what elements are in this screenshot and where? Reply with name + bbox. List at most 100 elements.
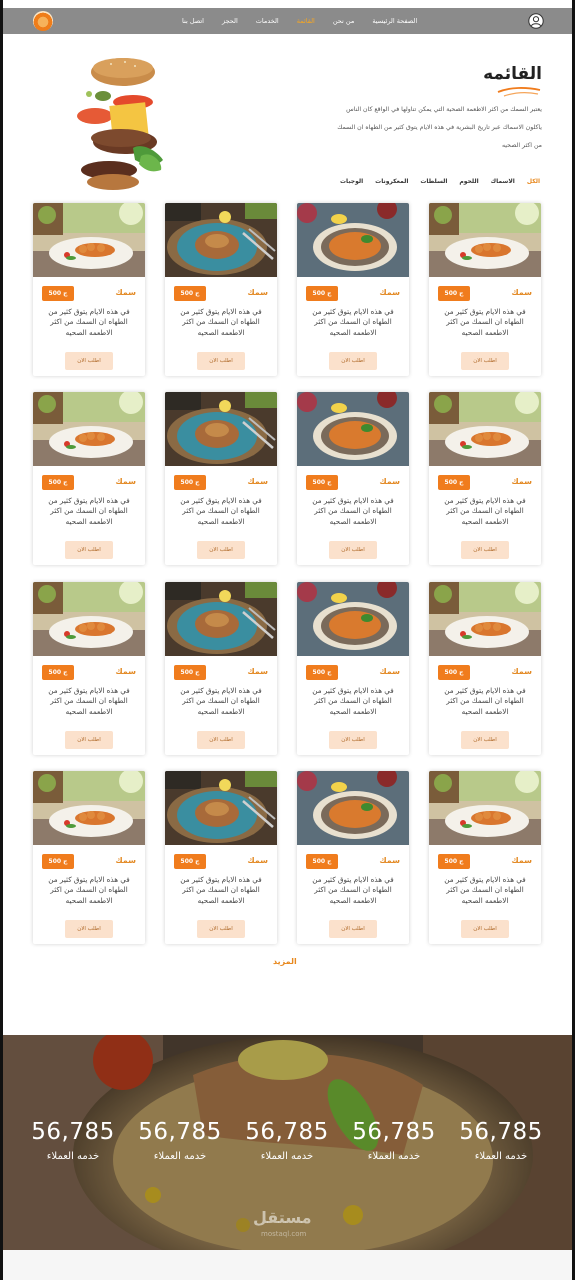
nav-link-home[interactable]: الصفحة الرئيسية	[363, 8, 426, 34]
stat-item: 56,785 خدمه العملاء	[456, 1119, 546, 1162]
food-image	[297, 771, 409, 845]
card-title: سمك	[115, 856, 136, 865]
stat-value: 56,785	[459, 1119, 543, 1145]
card-description: في هذه الايام يتوق كثير من الطهاه ان الس…	[312, 875, 394, 905]
card-title: سمك	[247, 856, 268, 865]
nav-link-services[interactable]: الخدمات	[247, 8, 288, 34]
stat-value: 56,785	[245, 1119, 329, 1145]
price-badge: 500 ج	[174, 665, 206, 680]
nav-link-menu[interactable]: القائمة	[288, 8, 324, 34]
card-title: سمك	[247, 288, 268, 297]
stat-label: خدمه العملاء	[474, 1151, 528, 1162]
order-now-button[interactable]: اطلب الان	[461, 731, 509, 749]
card-description: في هذه الايام يتوق كثير من الطهاه ان الس…	[48, 307, 130, 337]
order-now-button[interactable]: اطلب الان	[197, 920, 245, 938]
food-image	[33, 392, 145, 466]
nav-link-about[interactable]: من نحن	[324, 8, 363, 34]
footer-strip	[3, 1250, 572, 1280]
user-account-icon[interactable]	[528, 13, 544, 29]
order-now-button[interactable]: اطلب الان	[461, 541, 509, 559]
card-description: في هذه الايام يتوق كثير من الطهاه ان الس…	[180, 686, 262, 716]
order-now-button[interactable]: اطلب الان	[197, 352, 245, 370]
menu-card[interactable]: 500 ج سمك في هذه الايام يتوق كثير من الطها…	[165, 392, 277, 565]
order-now-button[interactable]: اطلب الان	[329, 731, 377, 749]
stat-label: خدمه العملاء	[46, 1151, 100, 1162]
order-now-button[interactable]: اطلب الان	[461, 352, 509, 370]
card-description: في هذه الايام يتوق كثير من الطهاه ان الس…	[48, 875, 130, 905]
category-tab-salads[interactable]: السلطات	[420, 178, 447, 185]
food-image	[165, 392, 277, 466]
order-now-button[interactable]: اطلب الان	[65, 352, 113, 370]
price-badge: 500 ج	[438, 286, 470, 301]
card-description: في هذه الايام يتوق كثير من الطهاه ان الس…	[180, 307, 262, 337]
food-image	[429, 582, 541, 656]
card-title: سمك	[115, 667, 136, 676]
menu-card[interactable]: 500 ج سمك في هذه الايام يتوق كثير من الطها…	[429, 771, 541, 944]
category-tab-fish[interactable]: الاسماك	[491, 178, 515, 185]
order-now-button[interactable]: اطلب الان	[329, 352, 377, 370]
load-more-link[interactable]: المزيد	[273, 957, 297, 966]
order-now-button[interactable]: اطلب الان	[329, 920, 377, 938]
nav-links: الصفحة الرئيسية من نحن القائمة الخدمات ا…	[173, 8, 426, 34]
burger-illustration	[77, 58, 163, 190]
stat-label: خدمه العملاء	[367, 1151, 421, 1162]
food-image	[297, 392, 409, 466]
price-badge: 500 ج	[42, 286, 74, 301]
menu-card[interactable]: 500 ج سمك في هذه الايام يتوق كثير من الطها…	[33, 203, 145, 376]
menu-card[interactable]: 500 ج سمك في هذه الايام يتوق كثير من الطها…	[33, 392, 145, 565]
card-title: سمك	[511, 477, 532, 486]
price-badge: 500 ج	[438, 475, 470, 490]
menu-card[interactable]: 500 ج سمك في هذه الايام يتوق كثير من الطها…	[165, 771, 277, 944]
food-image	[33, 771, 145, 845]
menu-card[interactable]: 500 ج سمك في هذه الايام يتوق كثير من الطها…	[429, 582, 541, 755]
category-tab-meat[interactable]: اللحوم	[459, 178, 478, 185]
card-description: في هذه الايام يتوق كثير من الطهاه ان الس…	[312, 496, 394, 526]
food-image	[165, 771, 277, 845]
menu-card[interactable]: 500 ج سمك في هذه الايام يتوق كثير من الطها…	[297, 203, 409, 376]
card-title: سمك	[115, 288, 136, 297]
menu-card[interactable]: 500 ج سمك في هذه الايام يتوق كثير من الطها…	[165, 203, 277, 376]
food-image	[297, 582, 409, 656]
order-now-button[interactable]: اطلب الان	[65, 920, 113, 938]
title-underline-swash	[497, 87, 541, 97]
order-now-button[interactable]: اطلب الان	[65, 541, 113, 559]
card-description: في هذه الايام يتوق كثير من الطهاه ان الس…	[180, 875, 262, 905]
category-filter: الكل الاسماك اللحوم السلطات المعكرونات ا…	[340, 178, 540, 185]
card-description: في هذه الايام يتوق كثير من الطهاه ان الس…	[48, 496, 130, 526]
menu-card[interactable]: 500 ج سمك في هذه الايام يتوق كثير من الطها…	[165, 582, 277, 755]
price-badge: 500 ج	[42, 665, 74, 680]
nav-link-booking[interactable]: الحجز	[213, 8, 247, 34]
logo[interactable]	[33, 11, 53, 31]
menu-card[interactable]: 500 ج سمك في هذه الايام يتوق كثير من الطها…	[429, 203, 541, 376]
menu-card[interactable]: 500 ج سمك في هذه الايام يتوق كثير من الطها…	[33, 582, 145, 755]
card-description: في هذه الايام يتوق كثير من الطهاه ان الس…	[444, 496, 526, 526]
stat-label: خدمه العملاء	[260, 1151, 314, 1162]
card-title: سمك	[115, 477, 136, 486]
stat-item: 56,785 خدمه العملاء	[242, 1119, 332, 1162]
order-now-button[interactable]: اطلب الان	[197, 731, 245, 749]
card-description: في هذه الايام يتوق كثير من الطهاه ان الس…	[312, 686, 394, 716]
card-title: سمك	[379, 477, 400, 486]
nav-link-contact[interactable]: اتصل بنا	[173, 8, 213, 34]
order-now-button[interactable]: اطلب الان	[329, 541, 377, 559]
menu-card[interactable]: 500 ج سمك في هذه الايام يتوق كثير من الطها…	[297, 582, 409, 755]
price-badge: 500 ج	[306, 286, 338, 301]
food-image	[429, 203, 541, 277]
menu-card[interactable]: 500 ج سمك في هذه الايام يتوق كثير من الطها…	[33, 771, 145, 944]
price-badge: 500 ج	[438, 854, 470, 869]
card-description: في هذه الايام يتوق كثير من الطهاه ان الس…	[444, 307, 526, 337]
card-title: سمك	[379, 667, 400, 676]
food-image	[33, 582, 145, 656]
category-tab-all[interactable]: الكل	[527, 178, 540, 185]
category-tab-pasta[interactable]: المعكرونات	[375, 178, 408, 185]
menu-card[interactable]: 500 ج سمك في هذه الايام يتوق كثير من الطها…	[429, 392, 541, 565]
order-now-button[interactable]: اطلب الان	[461, 920, 509, 938]
food-image	[429, 392, 541, 466]
menu-card[interactable]: 500 ج سمك في هذه الايام يتوق كثير من الطها…	[297, 771, 409, 944]
category-tab-meals[interactable]: الوجبات	[340, 178, 363, 185]
menu-card[interactable]: 500 ج سمك في هذه الايام يتوق كثير من الطها…	[297, 392, 409, 565]
order-now-button[interactable]: اطلب الان	[197, 541, 245, 559]
order-now-button[interactable]: اطلب الان	[65, 731, 113, 749]
card-description: في هذه الايام يتوق كثير من الطهاه ان الس…	[48, 686, 130, 716]
card-title: سمك	[511, 667, 532, 676]
